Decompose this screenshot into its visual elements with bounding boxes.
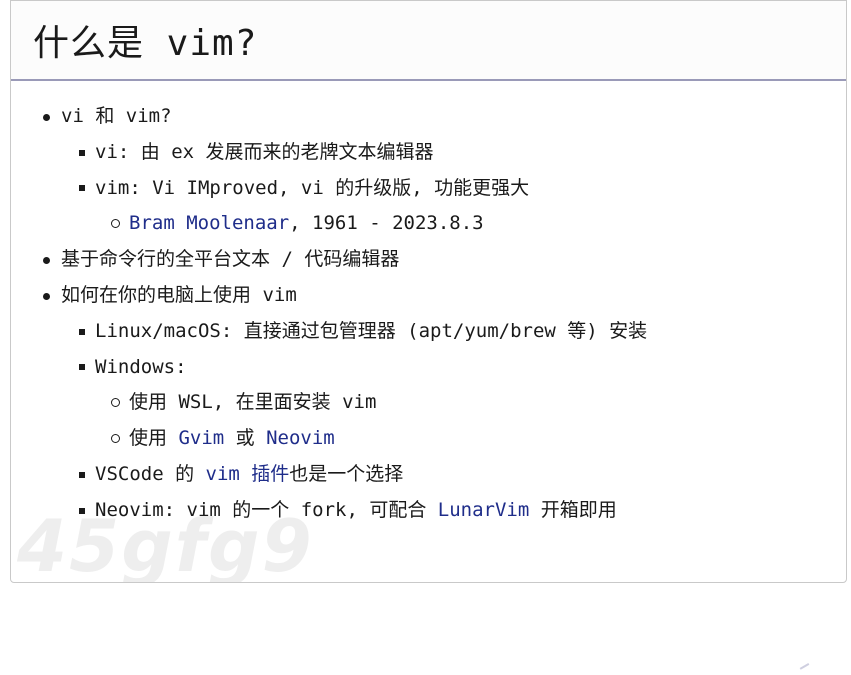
list-item: VSCode 的 vim 插件也是一个选择 [11,457,846,493]
list-item: Bram Moolenaar, 1961 - 2023.8.3 [11,206,846,242]
watermark: 45gfg9 [17,504,314,583]
bullet-ring-icon [111,434,120,444]
link-text[interactable]: LunarVim [438,499,530,521]
bullet-dot-icon [43,257,50,265]
item-text: 基于命令行的全平台文本 / 代码编辑器 [61,248,400,271]
list-item: vim: Vi IMproved, vi 的升级版, 功能更强大 [11,171,846,207]
bullet-square-icon [79,364,85,371]
list-item: 使用 WSL, 在里面安装 vim [11,385,846,421]
bullet-square-icon [79,149,85,156]
list-item: 如何在你的电脑上使用 vim [11,278,846,314]
item-text: Windows: [95,355,187,378]
item-text: 开箱即用 [529,498,617,521]
link-text[interactable]: Bram Moolenaar [129,212,289,234]
bullet-square-icon [79,328,85,335]
item-text: 使用 [129,427,179,450]
item-text: vim: Vi IMproved, vi 的升级版, 功能更强大 [95,176,530,199]
link-text[interactable]: Neovim [266,427,335,449]
bullet-dot-icon [43,113,50,121]
slide-content: vi 和 vim? vi: 由 ex 发展而来的老牌文本编辑器 vim: Vi IM… [11,81,846,529]
list-item: vi 和 vim? [11,99,846,135]
bullet-dot-icon [43,292,50,300]
item-text: , 1961 - 2023.8.3 [289,212,484,235]
slide: 什么是 vim? vi 和 vim? vi: 由 ex 发展而来的老牌文本编辑器 v… [10,0,847,583]
bullet-ring-icon [111,398,120,408]
item-text: vi 和 vim? [61,105,172,127]
list-item: Windows: [11,350,846,386]
item-text: 使用 WSL, 在里面安装 vim [129,391,377,414]
list-item: vi: 由 ex 发展而来的老牌文本编辑器 [11,135,846,171]
list-item: Linux/macOS: 直接通过包管理器 (apt/yum/brew 等) 安… [11,314,846,350]
item-text: 也是一个选择 [289,462,404,485]
bullet-square-icon [79,185,85,192]
title-bar: 什么是 vim? [11,1,846,81]
item-text: 或 [224,427,267,450]
corner-mark [799,663,813,675]
list-item: 使用 Gvim 或 Neovim [11,421,846,457]
item-text: Linux/macOS: 直接通过包管理器 (apt/yum/brew 等) 安… [95,319,648,342]
item-text: vi: 由 ex 发展而来的老牌文本编辑器 [95,140,434,163]
link-text[interactable]: Gvim [178,427,224,449]
link-text[interactable]: vim 插件 [206,463,290,485]
item-text: 如何在你的电脑上使用 vim [61,283,297,306]
item-text: VSCode 的 [95,462,206,485]
bullet-square-icon [79,471,85,478]
slide-title: 什么是 vim? [33,23,258,64]
bullet-ring-icon [111,219,120,229]
bullet-list: vi 和 vim? vi: 由 ex 发展而来的老牌文本编辑器 vim: Vi IM… [11,99,846,529]
list-item: 基于命令行的全平台文本 / 代码编辑器 [11,242,846,278]
